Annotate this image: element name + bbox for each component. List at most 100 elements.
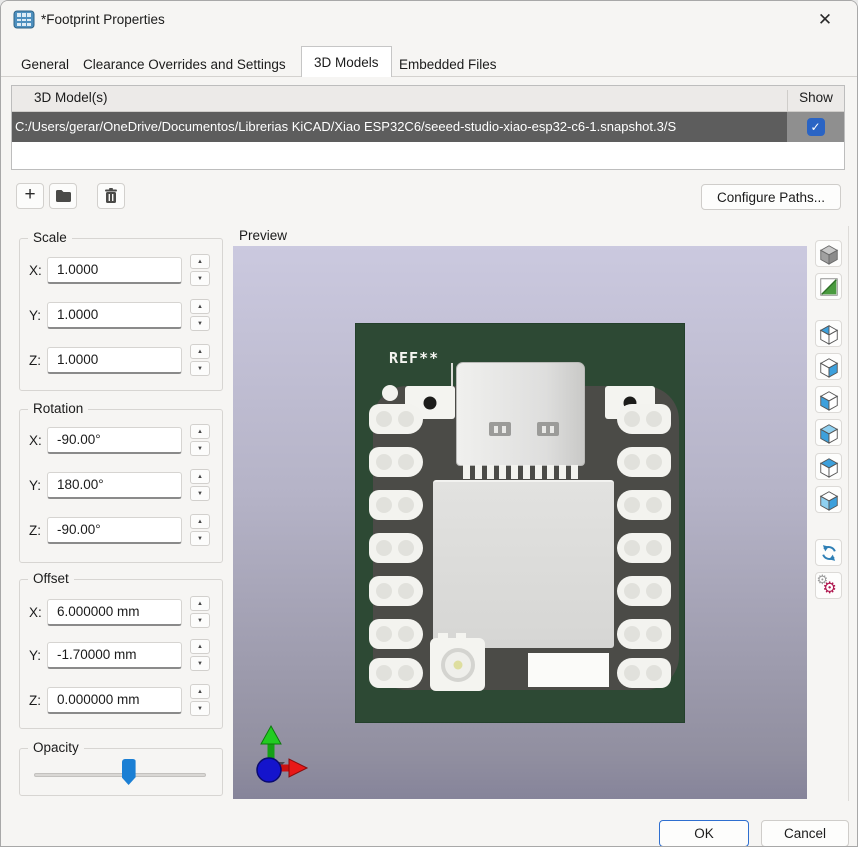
add-model-button[interactable]: + — [16, 183, 44, 209]
spin-up-button[interactable]: ▲ — [190, 424, 210, 439]
add-model-icon: + — [24, 184, 36, 205]
view-bottom-button[interactable] — [815, 486, 842, 513]
rotation-settings-icon: ⚙ ⚙ — [816, 571, 837, 597]
rotation-z-stepper: ▲ ▼ — [190, 514, 210, 548]
scale-z-stepper: ▲ ▼ — [190, 344, 210, 378]
spin-down-button[interactable]: ▼ — [190, 361, 210, 376]
spin-down-button[interactable]: ▼ — [190, 656, 210, 671]
scale-x-field[interactable]: 1.0000 — [47, 257, 182, 284]
scale-group-title: Scale — [28, 230, 72, 245]
view-bottom-icon — [819, 490, 838, 511]
view-back-button[interactable] — [815, 320, 842, 347]
usb-pad — [489, 422, 511, 436]
pad-left — [369, 404, 423, 434]
pad-left — [369, 619, 423, 649]
ok-button[interactable]: OK — [659, 820, 749, 846]
table-row[interactable]: C:/Users/gerar/OneDrive/Documentos/Libre… — [12, 112, 844, 142]
pad-right — [617, 576, 671, 606]
fiducial-dot — [382, 385, 398, 401]
pad-right — [617, 619, 671, 649]
offset-y-field[interactable]: -1.70000 mm — [47, 642, 182, 669]
view-front-icon — [819, 423, 838, 444]
offset-y-stepper: ▲ ▼ — [190, 639, 210, 673]
shield-chip — [433, 480, 614, 648]
browse-folder-icon — [55, 190, 71, 202]
view-left-button[interactable] — [815, 386, 842, 413]
rotation-y-field[interactable]: 180.00° — [47, 472, 182, 499]
scale-x-label: X: — [29, 263, 42, 278]
scale-y-field[interactable]: 1.0000 — [47, 302, 182, 329]
rotation-x-stepper: ▲ ▼ — [190, 424, 210, 458]
rotation-x-field[interactable]: -90.00° — [47, 427, 182, 454]
reload-model-icon — [821, 544, 836, 561]
tab-3d-models[interactable]: 3D Models — [301, 46, 392, 77]
spin-up-button[interactable]: ▲ — [190, 469, 210, 484]
rotation-y-stepper: ▲ ▼ — [190, 469, 210, 503]
pad-left — [369, 447, 423, 477]
spin-up-button[interactable]: ▲ — [190, 254, 210, 269]
footprint-properties-dialog: *Footprint Properties ✕ General Clearanc… — [0, 0, 858, 847]
rotation-settings-button[interactable]: ⚙ ⚙ — [815, 572, 842, 599]
spin-down-button[interactable]: ▼ — [190, 613, 210, 628]
spin-up-button[interactable]: ▲ — [190, 684, 210, 699]
spin-down-button[interactable]: ▼ — [190, 316, 210, 331]
spin-down-button[interactable]: ▼ — [190, 441, 210, 456]
pad-right — [617, 404, 671, 434]
view-top-button[interactable] — [815, 453, 842, 480]
spin-up-button[interactable]: ▲ — [190, 596, 210, 611]
offset-x-stepper: ▲ ▼ — [190, 596, 210, 630]
opacity-slider-track[interactable] — [34, 773, 206, 777]
scale-z-field[interactable]: 1.0000 — [47, 347, 182, 374]
board-body-button[interactable] — [815, 273, 842, 300]
pad-left — [369, 658, 423, 688]
offset-x-field[interactable]: 6.000000 mm — [47, 599, 182, 626]
usb-pad — [537, 422, 559, 436]
spin-up-button[interactable]: ▲ — [190, 299, 210, 314]
offset-z-label: Z: — [29, 693, 41, 708]
bottom-component — [528, 653, 609, 687]
close-icon[interactable]: ✕ — [803, 5, 847, 35]
3d-preview-viewport[interactable]: REF** — [233, 246, 807, 799]
delete-model-button[interactable] — [97, 183, 125, 209]
scale-z-label: Z: — [29, 353, 41, 368]
spin-down-button[interactable]: ▼ — [190, 531, 210, 546]
view-front-button[interactable] — [815, 419, 842, 446]
spin-down-button[interactable]: ▼ — [190, 701, 210, 716]
tab-embedded-files[interactable]: Embedded Files — [387, 51, 509, 77]
spin-down-button[interactable]: ▼ — [190, 486, 210, 501]
usb-c-connector — [456, 362, 585, 466]
pad-right — [617, 447, 671, 477]
opacity-slider-thumb[interactable] — [121, 759, 136, 785]
offset-z-stepper: ▲ ▼ — [190, 684, 210, 718]
spin-up-button[interactable]: ▲ — [190, 514, 210, 529]
view-right-button[interactable] — [815, 353, 842, 380]
view-axonometric-icon — [819, 244, 838, 265]
view-axonometric-button[interactable] — [815, 240, 842, 267]
opacity-group-title: Opacity — [28, 740, 84, 755]
rotation-z-field[interactable]: -90.00° — [47, 517, 182, 544]
tab-clearance-overrides[interactable]: Clearance Overrides and Settings — [71, 51, 298, 77]
column-header-show: Show — [787, 90, 844, 112]
scale-group: Scale X: 1.0000 ▲ ▼ Y: 1.0000 ▲ ▼ Z: 1.0… — [19, 230, 223, 391]
configure-paths-button[interactable]: Configure Paths... — [701, 184, 841, 210]
show-cell: ✓ — [787, 112, 844, 142]
spin-up-button[interactable]: ▲ — [190, 344, 210, 359]
rotation-x-label: X: — [29, 433, 42, 448]
show-checkbox[interactable]: ✓ — [806, 118, 825, 136]
spin-down-button[interactable]: ▼ — [190, 271, 210, 286]
pad-right — [617, 533, 671, 563]
offset-z-field[interactable]: 0.000000 mm — [47, 687, 182, 714]
offset-group: Offset X: 6.000000 mm ▲ ▼ Y: -1.70000 mm… — [19, 571, 223, 729]
column-header-models: 3D Model(s) — [34, 90, 108, 105]
cancel-button[interactable]: Cancel — [761, 820, 849, 846]
view-left-icon — [819, 390, 838, 411]
reload-model-button[interactable] — [815, 539, 842, 566]
board-body-icon — [819, 277, 838, 296]
opacity-group: Opacity — [19, 740, 223, 796]
view-right-icon — [819, 357, 838, 378]
axis-gizmo-icon — [256, 724, 309, 783]
browse-folder-button[interactable] — [49, 183, 77, 209]
silkscreen-ref-text: REF** — [389, 349, 440, 367]
spin-up-button[interactable]: ▲ — [190, 639, 210, 654]
panel-edge-divider — [848, 226, 849, 801]
